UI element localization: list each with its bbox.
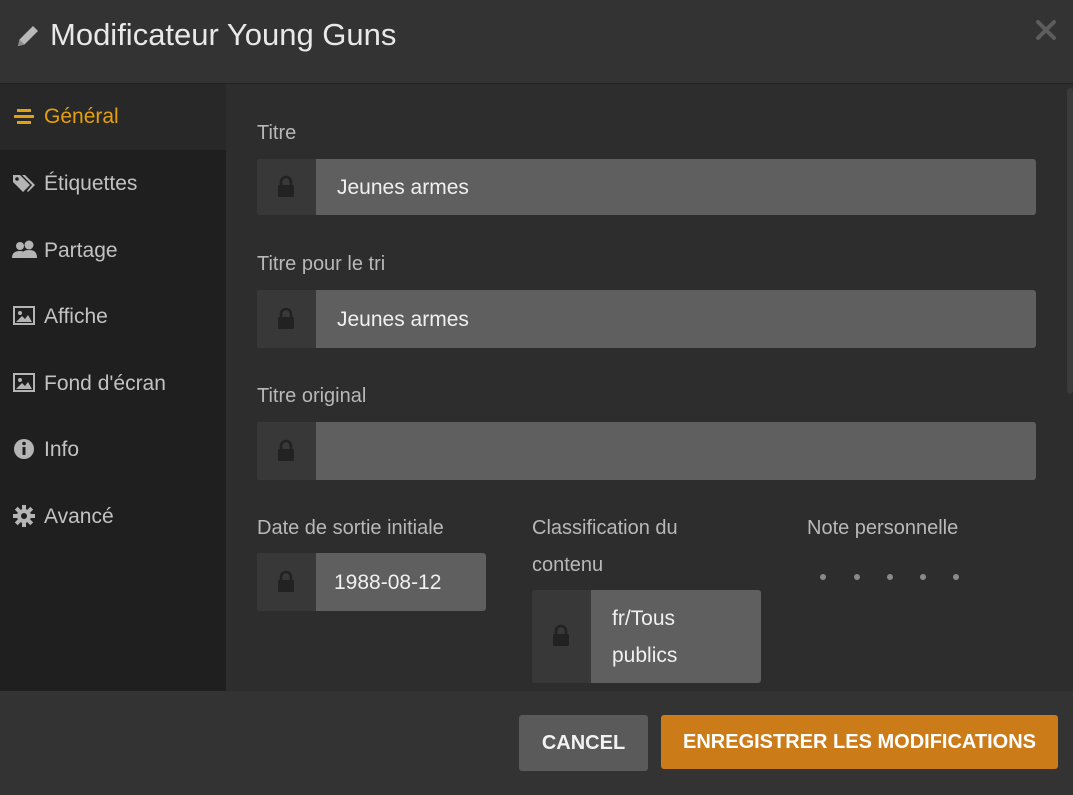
sidebar-item-label: Avancé bbox=[44, 505, 114, 528]
close-icon[interactable] bbox=[1032, 16, 1060, 44]
sidebar-item-background[interactable]: Fond d'écran bbox=[0, 351, 226, 417]
cancel-button[interactable]: CANCEL bbox=[519, 715, 648, 771]
release-date-field[interactable]: 1988-08-12 bbox=[257, 553, 486, 611]
star-4-icon[interactable] bbox=[920, 574, 926, 580]
content-rating-label-line2: contenu bbox=[532, 554, 604, 576]
title-label: Titre bbox=[257, 122, 297, 144]
lock-button[interactable] bbox=[532, 590, 591, 683]
edit-metadata-modal: Modificateur Young Guns Général Étiquett… bbox=[0, 0, 1073, 795]
original-title-label: Titre original bbox=[257, 385, 367, 407]
release-date-value: 1988-08-12 bbox=[334, 571, 442, 594]
sidebar-item-label: Affiche bbox=[44, 305, 108, 328]
lock-icon bbox=[278, 175, 294, 197]
sidebar-item-advanced[interactable]: Avancé bbox=[0, 484, 226, 550]
sidebar: Général Étiquettes Partage Affiche Fond … bbox=[0, 84, 226, 691]
sort-title-field[interactable]: Jeunes armes bbox=[257, 290, 1036, 348]
info-icon bbox=[12, 437, 38, 463]
sort-title-value: Jeunes armes bbox=[337, 308, 469, 331]
modal-title: Modificateur Young Guns bbox=[50, 17, 397, 52]
release-date-label: Date de sortie initiale bbox=[257, 517, 444, 539]
lock-icon bbox=[278, 439, 294, 461]
sidebar-item-poster[interactable]: Affiche bbox=[0, 284, 226, 350]
star-3-icon[interactable] bbox=[887, 574, 893, 580]
content-rating-value-line2: publics bbox=[612, 644, 678, 667]
list-icon bbox=[12, 104, 38, 130]
image-icon bbox=[12, 371, 38, 397]
sort-title-label: Titre pour le tri bbox=[257, 253, 386, 275]
sidebar-item-info[interactable]: Info bbox=[0, 417, 226, 483]
save-button[interactable]: ENREGISTRER LES MODIFICATIONS bbox=[661, 715, 1058, 769]
users-icon bbox=[12, 238, 38, 264]
lock-button[interactable] bbox=[257, 553, 316, 611]
sidebar-item-label: Fond d'écran bbox=[44, 372, 166, 395]
scrollbar[interactable] bbox=[1067, 88, 1073, 394]
star-5-icon[interactable] bbox=[953, 574, 959, 580]
sidebar-item-tags[interactable]: Étiquettes bbox=[0, 151, 226, 217]
sidebar-item-label: Info bbox=[44, 438, 80, 461]
user-rating-label: Note personnelle bbox=[807, 517, 959, 539]
content-rating-value: fr/Tous bbox=[612, 607, 676, 630]
content-rating-label: Classification du bbox=[532, 517, 678, 539]
title-field[interactable]: Jeunes armes bbox=[257, 159, 1036, 215]
sidebar-item-label: Partage bbox=[44, 239, 118, 262]
modal-footer: CANCEL ENREGISTRER LES MODIFICATIONS bbox=[0, 691, 1073, 795]
lock-icon bbox=[278, 570, 294, 592]
star-2-icon[interactable] bbox=[854, 574, 860, 580]
original-title-field[interactable] bbox=[257, 422, 1036, 480]
sidebar-item-label: Étiquettes bbox=[44, 172, 138, 195]
lock-button[interactable] bbox=[257, 422, 316, 480]
general-panel[interactable]: Titre Jeunes armes Titre pour le tri Jeu… bbox=[226, 84, 1073, 691]
modal-header: Modificateur Young Guns bbox=[0, 0, 1073, 84]
sidebar-item-label: Général bbox=[44, 105, 119, 128]
title-value: Jeunes armes bbox=[337, 176, 469, 199]
lock-button[interactable] bbox=[257, 159, 316, 215]
lock-icon bbox=[553, 624, 569, 646]
lock-button[interactable] bbox=[257, 290, 316, 348]
star-1-icon[interactable] bbox=[820, 574, 826, 580]
image-icon bbox=[12, 304, 38, 330]
pencil-icon bbox=[14, 22, 42, 50]
tags-icon bbox=[12, 171, 38, 197]
content-rating-field[interactable]: fr/Tous publics bbox=[532, 590, 761, 683]
lock-icon bbox=[278, 307, 294, 329]
star-rating[interactable] bbox=[807, 566, 967, 590]
sidebar-item-general[interactable]: Général bbox=[0, 84, 226, 150]
gear-icon bbox=[12, 504, 38, 530]
sidebar-item-sharing[interactable]: Partage bbox=[0, 218, 226, 284]
